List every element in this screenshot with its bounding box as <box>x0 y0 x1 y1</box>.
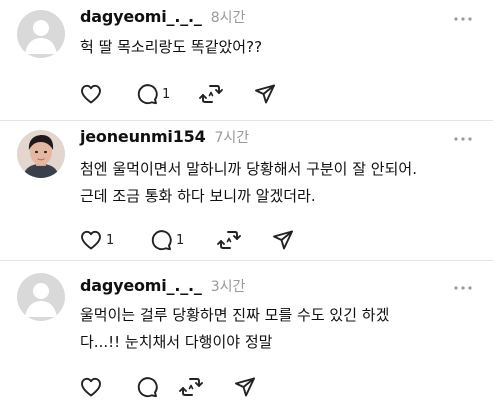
comment-button[interactable] <box>134 374 178 400</box>
repost-button[interactable] <box>216 227 246 253</box>
action-bar: 1 1 <box>78 227 300 253</box>
username[interactable]: dagyeomi_._._ <box>80 7 202 26</box>
more-horizontal-icon[interactable] <box>453 9 473 29</box>
send-paper-plane-icon <box>270 227 296 253</box>
avatar-placeholder[interactable] <box>17 273 65 321</box>
send-paper-plane-icon <box>252 81 278 107</box>
avatar-placeholder[interactable] <box>17 10 65 58</box>
username[interactable]: jeoneunmi154 <box>80 127 206 146</box>
reply-text: 울먹이는 걸루 당황하면 진짜 모를 수도 있긴 하겠 다...!! 눈치채서 … <box>80 302 475 356</box>
comment-button[interactable]: 1 <box>148 227 216 253</box>
comment-count: 1 <box>162 86 171 102</box>
repost-button[interactable] <box>178 374 208 400</box>
reply-text-line: 근데 조금 통화 하다 보니까 알겠더라. <box>80 187 316 205</box>
comment-bubble-icon <box>134 374 160 400</box>
timestamp: 8시간 <box>210 10 246 26</box>
reply-text-line: 울먹이는 걸루 당황하면 진짜 모를 수도 있긴 하겠 <box>80 306 390 324</box>
comment-button[interactable]: 1 <box>134 81 198 107</box>
send-paper-plane-icon <box>232 374 258 400</box>
share-button[interactable] <box>270 227 300 253</box>
timestamp: 3시간 <box>210 279 246 295</box>
more-horizontal-icon[interactable] <box>453 129 473 149</box>
heart-icon <box>78 374 104 400</box>
action-bar <box>78 374 262 400</box>
post-header: jeoneunmi154 7시간 <box>80 127 249 147</box>
repost-button[interactable] <box>198 81 228 107</box>
heart-icon <box>78 227 104 253</box>
repost-icon <box>216 227 242 253</box>
comment-bubble-icon <box>134 81 160 107</box>
avatar[interactable] <box>17 130 65 178</box>
reply-text-line: 첨엔 울먹이면서 말하니까 당황해서 구분이 잘 안되어. <box>80 160 417 178</box>
repost-icon <box>178 374 204 400</box>
reply-text-line: 다...!! 눈치채서 다행이야 정말 <box>80 333 273 351</box>
username[interactable]: dagyeomi_._._ <box>80 276 202 295</box>
reply-text: 첨엔 울먹이면서 말하니까 당황해서 구분이 잘 안되어. 근데 조금 통화 하… <box>80 156 475 210</box>
like-button[interactable] <box>78 374 122 400</box>
comment-bubble-icon <box>148 227 174 253</box>
repost-icon <box>198 81 224 107</box>
like-count: 1 <box>106 232 115 248</box>
heart-icon <box>78 81 104 107</box>
share-button[interactable] <box>232 374 262 400</box>
like-button[interactable] <box>78 81 122 107</box>
more-horizontal-icon[interactable] <box>453 278 473 298</box>
like-button[interactable]: 1 <box>78 227 140 253</box>
reply-post-1: dagyeomi_._._ 8시간 헉 딸 목소리랑도 똑같았어?? 1 <box>0 0 493 121</box>
action-bar: 1 <box>78 81 282 107</box>
reply-post-3: dagyeomi_._._ 3시간 울먹이는 걸루 당황하면 진짜 모를 수도 … <box>0 261 493 412</box>
reply-text: 헉 딸 목소리랑도 똑같았어?? <box>80 34 475 61</box>
comment-count: 1 <box>176 232 185 248</box>
reply-text-line: 헉 딸 목소리랑도 똑같았어?? <box>80 38 263 56</box>
post-header: dagyeomi_._._ 8시간 <box>80 7 245 27</box>
reply-post-2: jeoneunmi154 7시간 첨엔 울먹이면서 말하니까 당황해서 구분이 … <box>0 121 493 261</box>
post-header: dagyeomi_._._ 3시간 <box>80 276 245 296</box>
timestamp: 7시간 <box>214 130 250 146</box>
share-button[interactable] <box>252 81 282 107</box>
